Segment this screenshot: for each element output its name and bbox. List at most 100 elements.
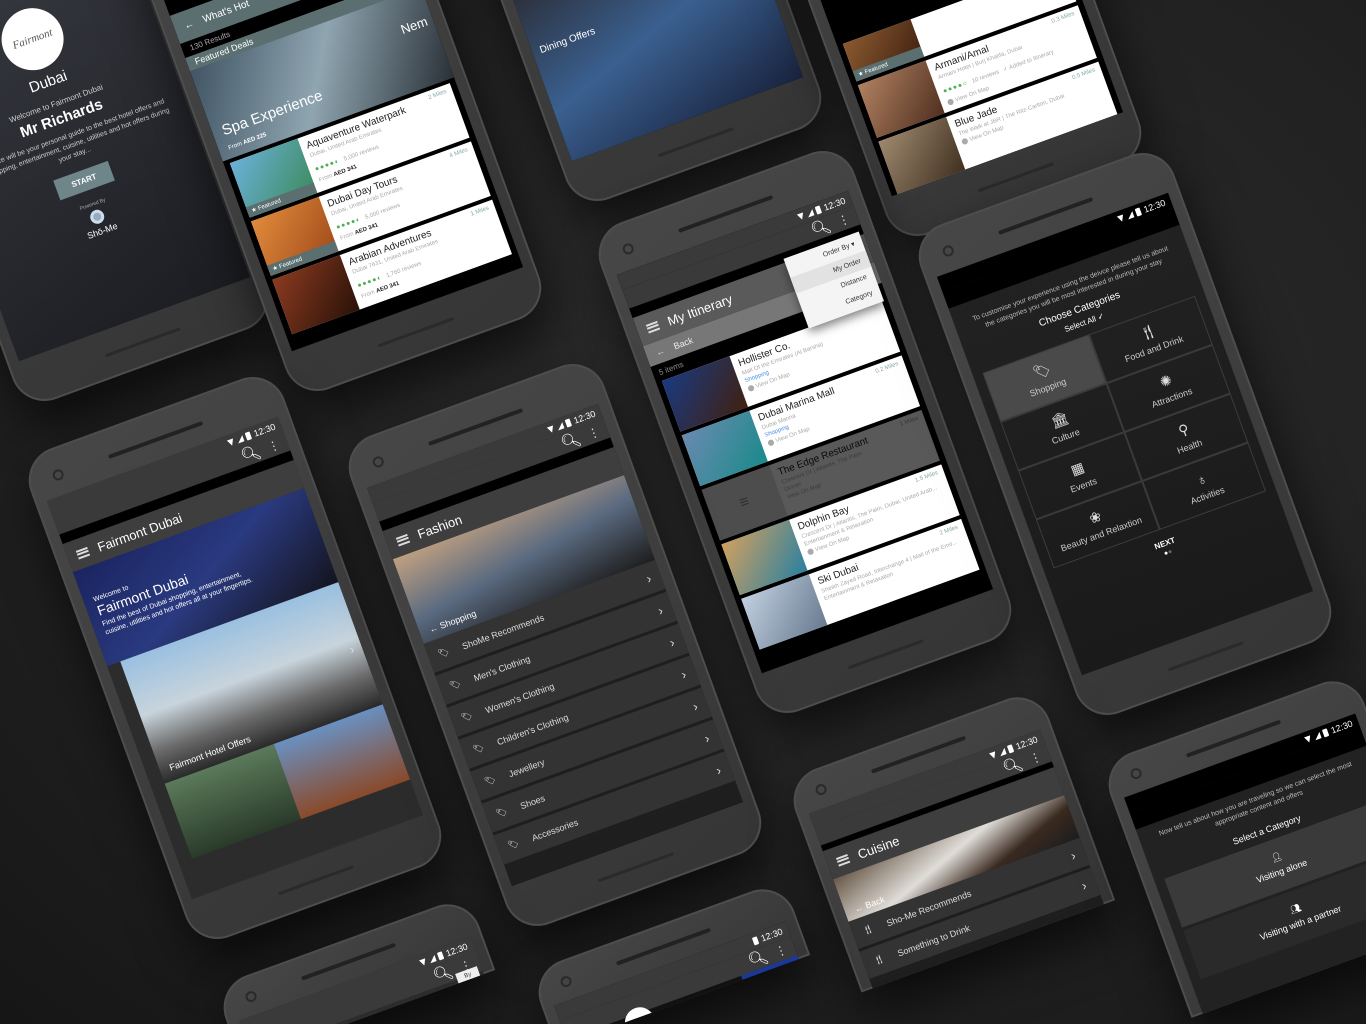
- back-label: Back: [672, 335, 695, 352]
- tag-icon: 🏷︎: [471, 741, 486, 756]
- featured-text: Featured: [864, 61, 889, 76]
- tag-icon: 🏷︎: [1030, 360, 1053, 382]
- wifi-icon: [1304, 735, 1313, 744]
- chin: [597, 852, 674, 883]
- action-row: 🔍︎ ⋮: [559, 936, 798, 1024]
- signal-icon: [1313, 731, 1322, 740]
- price: AED 341: [354, 222, 380, 237]
- chin: [104, 327, 181, 358]
- chevron-right-icon: ›: [644, 570, 654, 587]
- phone-cuisine: 12:30 🔍︎ ⋮ Cuisine ← Back 🍴︎ Sho-Me Recomm…: [784, 687, 1116, 993]
- battery-icon: [752, 936, 760, 946]
- back-arrow-icon: ←: [654, 345, 667, 358]
- signal-icon: [1126, 210, 1135, 219]
- calendar-icon: ▦: [1068, 458, 1087, 479]
- chevron-right-icon: ›: [1068, 847, 1078, 864]
- camera: [244, 989, 259, 1004]
- category-grid: 🏷︎ Shopping 🍴︎ Food and Drink 🏛︎ Culture ✺ A…: [982, 295, 1266, 569]
- travel-screen: 12:30 Now tell us about how you are trav…: [1124, 713, 1366, 1014]
- bike-icon: ⚲: [1176, 420, 1192, 440]
- battery-icon: [1135, 207, 1143, 217]
- dining-offers-card[interactable]: Dining Offers: [506, 0, 804, 162]
- check-icon: ✓: [1096, 310, 1106, 322]
- chevron-right-icon: ›: [1079, 877, 1089, 894]
- map-pin-icon: ⬤: [747, 384, 756, 393]
- bottom-left-screen: 12:30 🔍︎ ⋮ By: [239, 936, 484, 1024]
- tag-icon: 🏷︎: [483, 773, 498, 788]
- battery-icon: [245, 431, 253, 441]
- camera: [621, 241, 636, 256]
- wifi-icon: [989, 751, 998, 760]
- chevron-right-icon: ›: [655, 602, 665, 619]
- tag-icon: 🏷︎: [506, 837, 521, 851]
- bottom-middle-screen: 12:30 🔍︎ ⋮: [554, 921, 799, 1024]
- more-icon[interactable]: ⋮: [266, 437, 282, 454]
- menu-icon[interactable]: [395, 533, 410, 546]
- menu-icon[interactable]: [835, 853, 851, 867]
- camera: [814, 782, 829, 797]
- price: AED 341: [375, 280, 401, 295]
- chin: [1167, 641, 1244, 672]
- battery-icon: [1007, 744, 1015, 754]
- bag-icon: ♁: [1193, 469, 1210, 489]
- building-icon: 🏛︎: [1048, 409, 1071, 431]
- menu-icon[interactable]: [645, 320, 660, 333]
- from-label: From: [339, 231, 355, 242]
- camera: [559, 974, 574, 989]
- more-icon[interactable]: ⋮: [586, 424, 602, 441]
- tag-icon: 🏷︎: [448, 677, 463, 692]
- more-icon[interactable]: ⋮: [836, 211, 852, 228]
- cuisine-screen: 12:30 🔍︎ ⋮ Cuisine ← Back 🍴︎ Sho-Me Recomm…: [809, 729, 1104, 989]
- battery-icon: [565, 418, 573, 428]
- wifi-icon: [419, 958, 428, 967]
- battery-icon: [437, 951, 445, 961]
- wifi-icon: [796, 212, 805, 221]
- from-label: From: [318, 173, 334, 184]
- battery-icon: [1322, 728, 1330, 738]
- featured-text: Featured: [257, 198, 282, 213]
- ferris-wheel-icon: ✺: [1157, 371, 1175, 391]
- dining-offers-label: Dining Offers: [538, 25, 597, 57]
- by-label: By: [463, 971, 473, 980]
- chevron-right-icon: ›: [678, 666, 689, 683]
- featured-text: Featured: [278, 256, 304, 271]
- tag-icon: 🏷︎: [494, 805, 509, 819]
- hero2-title: Nem: [398, 13, 430, 38]
- category-label: Activities: [1188, 484, 1226, 506]
- back-arrow-icon[interactable]: ←: [182, 18, 195, 32]
- map-pin-icon: ⬤: [960, 138, 970, 146]
- menu-icon[interactable]: [75, 546, 90, 559]
- tag-icon: 🏷︎: [436, 645, 451, 660]
- chin: [277, 865, 354, 896]
- signal-icon: [806, 208, 815, 217]
- cutlery-icon: 🍴︎: [860, 922, 876, 937]
- back-label: Back: [863, 894, 887, 911]
- signal-icon: [236, 434, 245, 443]
- chevron-right-icon: ›: [347, 641, 357, 657]
- category-label: Health: [1175, 437, 1204, 456]
- camera: [1129, 766, 1144, 781]
- more-icon[interactable]: ⋮: [773, 942, 789, 959]
- cutlery-icon: 🍴︎: [871, 952, 887, 967]
- more-icon[interactable]: ⋮: [1028, 749, 1044, 766]
- chevron-right-icon: ›: [667, 634, 677, 651]
- pin-logo-icon: [88, 208, 107, 227]
- chevron-right-icon: ›: [702, 730, 712, 746]
- spa-icon: ❀: [1086, 507, 1104, 527]
- logo-text: Fairmont: [11, 26, 55, 52]
- chin: [377, 317, 454, 348]
- signal-icon: [428, 954, 437, 963]
- signal-icon: [556, 421, 565, 430]
- wifi-icon: [226, 438, 235, 447]
- wifi-icon: [1116, 214, 1125, 223]
- wifi-icon: [546, 425, 555, 434]
- price: AED 225: [242, 132, 268, 147]
- category-label: Attractions: [1150, 385, 1194, 410]
- camera: [51, 467, 66, 482]
- restaurant-list: ★ Featured Armani/Amal Armani Hotel | Bur…: [842, 0, 1118, 195]
- signal-icon: [998, 747, 1007, 756]
- from-label: From: [227, 141, 243, 152]
- chevron-right-icon: ›: [690, 698, 700, 715]
- chin: [657, 127, 734, 158]
- camera: [371, 454, 386, 469]
